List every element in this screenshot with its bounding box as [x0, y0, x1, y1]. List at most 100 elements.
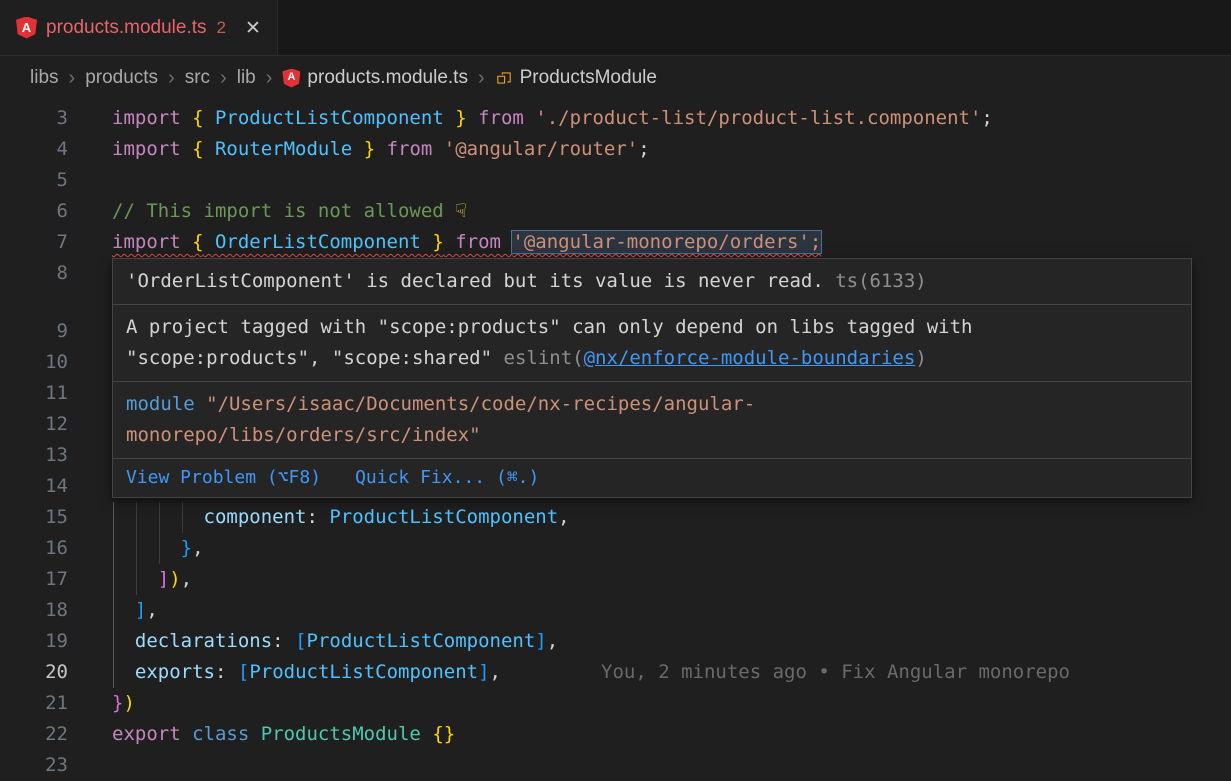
code-line — [68, 316, 112, 347]
line-number: 9 — [0, 316, 68, 347]
code-token — [112, 506, 204, 528]
code-line — [68, 347, 112, 378]
line-row[interactable]: 17 ]), — [0, 564, 1231, 595]
git-blame-annotation: You, 2 minutes ago • Fix Angular monorep… — [601, 661, 1070, 683]
line-row[interactable]: 18 ], — [0, 595, 1231, 626]
code-line — [68, 440, 112, 471]
code-line: import { RouterModule } from '@angular/r… — [68, 134, 650, 165]
line-row[interactable]: 5 — [0, 165, 1231, 196]
code-token: {} — [432, 723, 455, 745]
eslint-rule-link[interactable]: @nx/enforce-module-boundaries — [584, 347, 916, 369]
breadcrumb-item-products[interactable]: products — [85, 67, 158, 89]
breadcrumb-item-lib[interactable]: lib — [237, 67, 256, 89]
code-line: import { OrderListComponent } from '@ang… — [68, 227, 821, 258]
hover-message-line: 'OrderListComponent' is declared but its… — [126, 266, 1178, 297]
hover-text: 'OrderListComponent' is declared but its… — [126, 270, 835, 292]
code-token: from — [467, 107, 536, 129]
angular-logo-letter: A — [22, 21, 31, 34]
code-token: } — [364, 138, 375, 160]
line-row[interactable]: 4import { RouterModule } from '@angular/… — [0, 134, 1231, 165]
line-number: 7 — [0, 227, 68, 258]
code-token: import — [112, 138, 192, 160]
line-row[interactable]: 23 — [0, 750, 1231, 781]
line-number: 23 — [0, 750, 68, 781]
code-token: ] — [135, 599, 146, 621]
line-row[interactable]: 20 exports: [ProductListComponent],You, … — [0, 657, 1231, 688]
breadcrumb-item-products-module-ts[interactable]: Aproducts.module.ts — [282, 67, 468, 89]
angular-file-icon: A — [16, 17, 37, 39]
hover-message: A project tagged with "scope:products" c… — [113, 305, 1191, 382]
close-icon[interactable]: ✕ — [245, 17, 261, 39]
code-token: { — [192, 138, 203, 160]
hover-popup: 'OrderListComponent' is declared but its… — [112, 258, 1192, 498]
hover-text: eslint( — [504, 347, 584, 369]
breadcrumb-separator: › — [220, 67, 227, 90]
line-row[interactable]: 6// This import is not allowed ☟ — [0, 196, 1231, 227]
code-line: ]), — [68, 564, 192, 595]
hover-text: ts(6133) — [835, 270, 927, 292]
code-token: , — [192, 537, 203, 559]
tab-products-module[interactable]: A products.module.ts 2 ✕ — [0, 0, 278, 55]
line-number: 6 — [0, 196, 68, 227]
code-line — [68, 165, 112, 196]
line-number: 17 — [0, 564, 68, 595]
breadcrumb-separator: › — [478, 67, 485, 90]
hover-text: "scope:products", "scope:shared" — [126, 347, 504, 369]
code-token: // This import is not allowed — [112, 200, 455, 222]
code-token — [112, 599, 135, 621]
indent-guide — [113, 502, 114, 688]
code-token: ] — [535, 630, 546, 652]
line-row[interactable]: 22export class ProductsModule {} — [0, 719, 1231, 750]
code-token — [112, 630, 135, 652]
line-number: 20 — [0, 657, 68, 688]
view-problem-link[interactable]: View Problem (⌥F8) — [126, 465, 321, 491]
quick-fix-link[interactable]: Quick Fix... (⌘.) — [355, 465, 539, 491]
code-line — [68, 471, 112, 502]
line-number: 3 — [0, 103, 68, 134]
code-token: , — [547, 630, 558, 652]
line-number: 12 — [0, 409, 68, 440]
code-token — [112, 661, 135, 683]
hover-text: ) — [915, 347, 926, 369]
code-token: , — [558, 506, 569, 528]
code-line: }) — [68, 688, 135, 719]
line-number: 21 — [0, 688, 68, 719]
tab-bar: A products.module.ts 2 ✕ — [0, 0, 1231, 56]
code-line: declarations: [ProductListComponent], — [68, 626, 558, 657]
code-token: [ — [295, 630, 306, 652]
hover-text: monorepo/libs/orders/src/index" — [126, 424, 481, 446]
code-token: declarations — [135, 630, 272, 652]
line-number: 14 — [0, 471, 68, 502]
angular-icon: A — [282, 69, 300, 88]
code-token: ] — [478, 661, 489, 683]
breadcrumb-item-libs[interactable]: libs — [30, 67, 59, 89]
code-line — [68, 750, 112, 781]
code-token: ProductListComponent — [307, 630, 536, 652]
code-line: // This import is not allowed ☟ — [68, 196, 467, 227]
breadcrumb-label: products.module.ts — [307, 67, 468, 89]
hover-text: "/Users/isaac/Documents/code/nx-recipes/… — [206, 393, 755, 415]
line-row[interactable]: 15 component: ProductListComponent, — [0, 502, 1231, 533]
line-number: 19 — [0, 626, 68, 657]
code-token: import — [112, 231, 192, 253]
line-row[interactable]: 7import { OrderListComponent } from '@an… — [0, 227, 1231, 258]
line-number: 16 — [0, 533, 68, 564]
angular-logo-letter: A — [287, 72, 295, 83]
line-row[interactable]: 19 declarations: [ProductListComponent], — [0, 626, 1231, 657]
code-token: class — [192, 723, 261, 745]
editor-code-area[interactable]: 3 import { ProductListComponent } from '.… — [0, 100, 1231, 780]
line-number: 4 — [0, 134, 68, 165]
line-row[interactable]: 3import { ProductListComponent } from '.… — [0, 103, 1231, 134]
code-token: OrderListComponent — [204, 231, 433, 253]
code-token: exports — [135, 661, 215, 683]
code-token: [ — [238, 661, 249, 683]
code-token: from — [375, 138, 444, 160]
code-token: } — [181, 537, 192, 559]
hover-message-line: A project tagged with "scope:products" c… — [126, 312, 1178, 343]
hover-text: A project tagged with "scope:products" c… — [126, 316, 972, 338]
breadcrumb-item-productsmodule[interactable]: ProductsModule — [495, 67, 657, 89]
line-row[interactable]: 16 }, — [0, 533, 1231, 564]
breadcrumb-item-src[interactable]: src — [185, 67, 210, 89]
line-row[interactable]: 21}) — [0, 688, 1231, 719]
code-token: './product-list/product-list.component' — [535, 107, 981, 129]
